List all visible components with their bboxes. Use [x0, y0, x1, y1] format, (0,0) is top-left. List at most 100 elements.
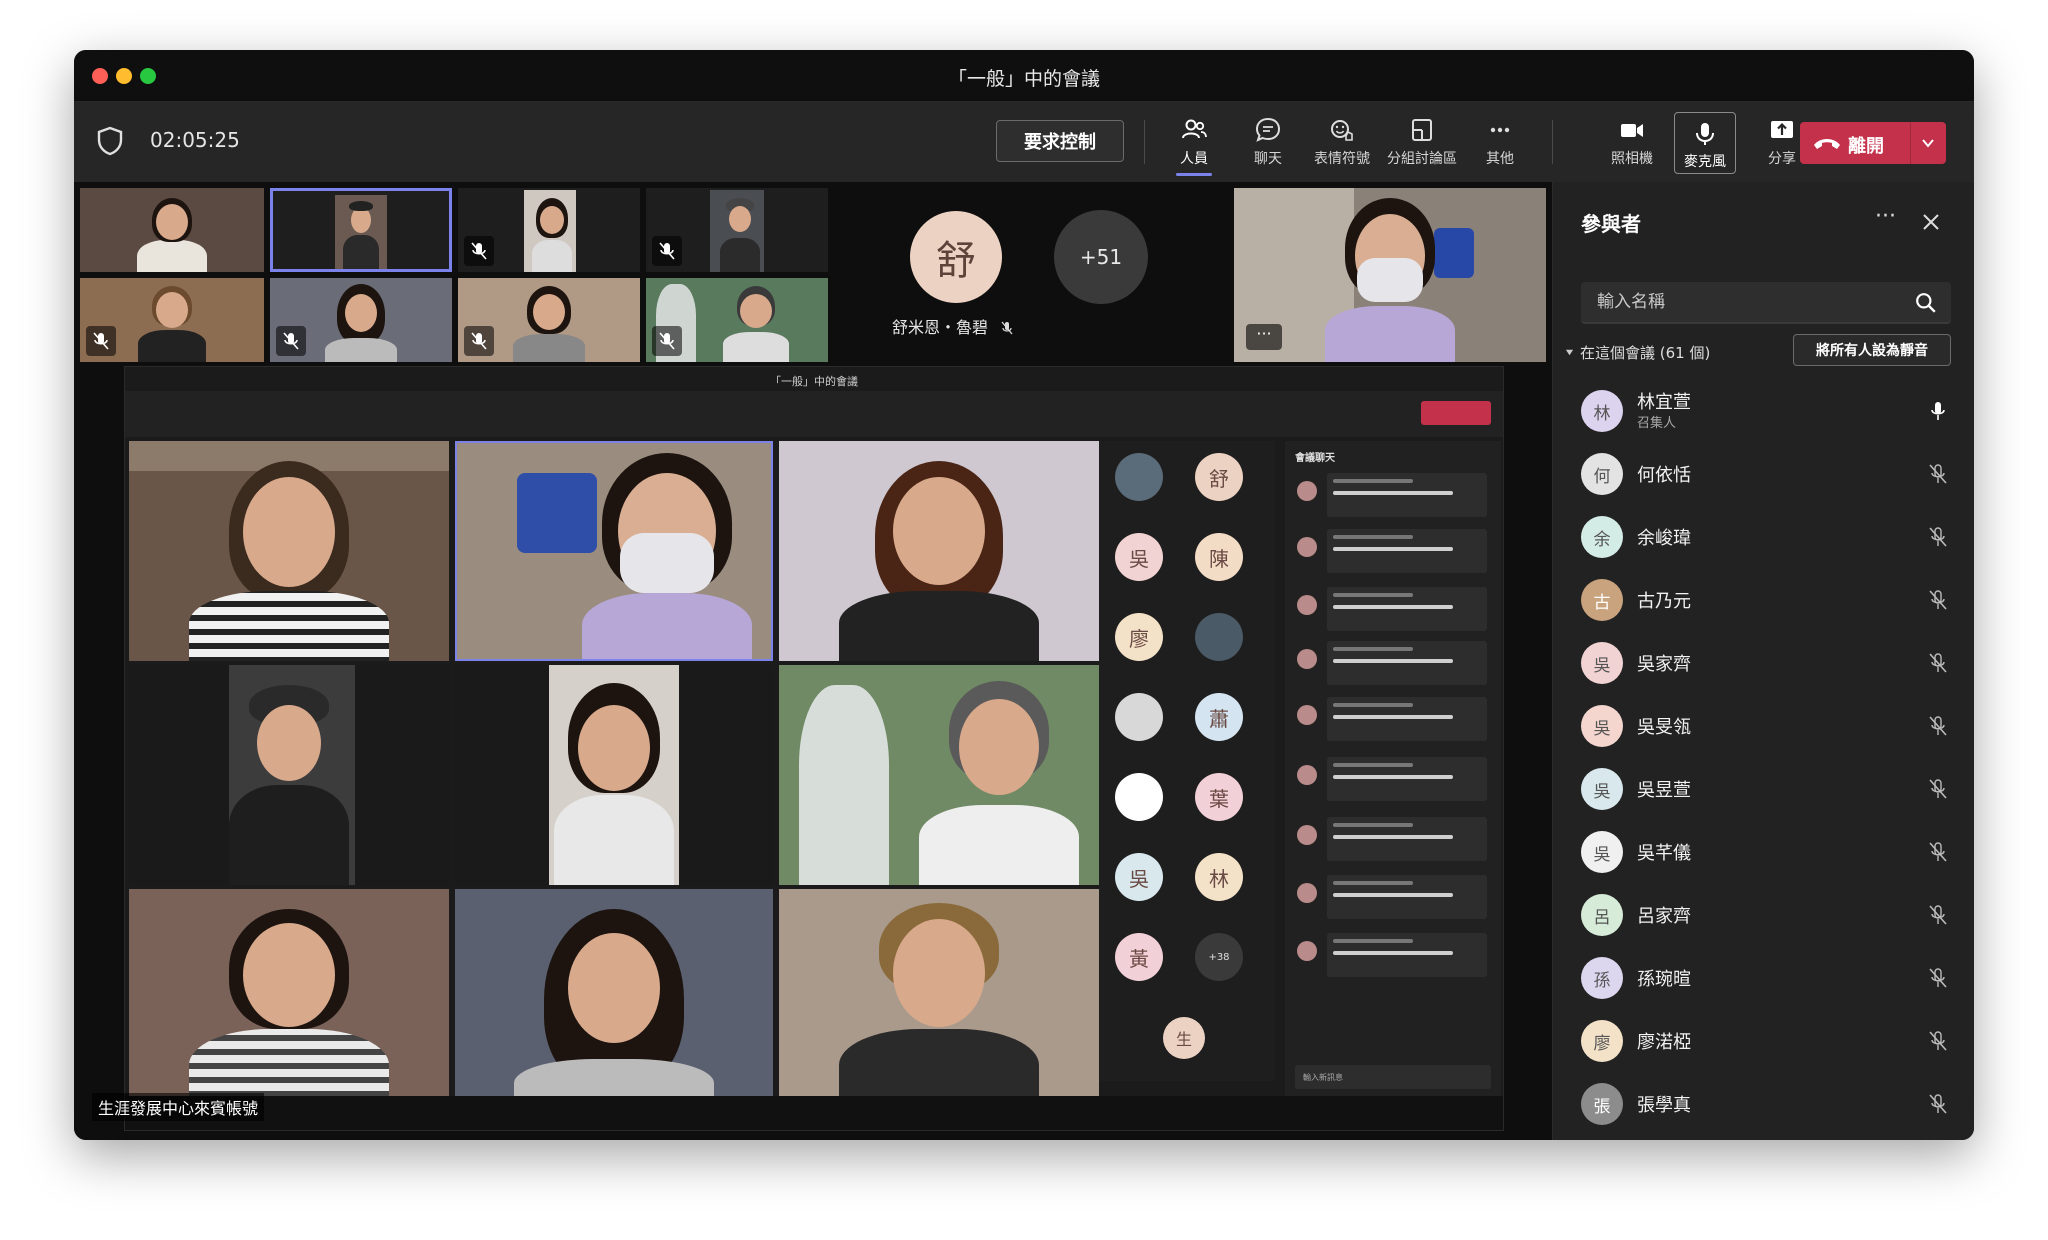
chat-message [1297, 641, 1489, 687]
mic-off-icon[interactable] [1927, 526, 1949, 548]
mute-all-button[interactable]: 將所有人設為靜音 [1793, 334, 1951, 366]
shared-chat-title: 會議聊天 [1295, 453, 1335, 464]
mic-off-icon[interactable] [1927, 589, 1949, 611]
participant-name: 林宜萱 [1637, 392, 1691, 413]
people-label: 人員 [1180, 151, 1208, 167]
participant-row[interactable]: 張張學真 [1553, 1073, 1974, 1136]
participant-avatar[interactable]: 舒 [910, 211, 1002, 303]
participant-row[interactable]: 廖廖渃椏 [1553, 1010, 1974, 1073]
video-tile[interactable] [80, 188, 264, 272]
chat-message [1297, 529, 1489, 575]
breakout-rooms-button[interactable]: 分組討論區 [1380, 114, 1464, 174]
shared-video-tile [455, 441, 773, 661]
people-button[interactable]: 人員 [1158, 114, 1230, 176]
avatar: 吳 [1581, 705, 1623, 747]
participant-name: 吳昱萱 [1637, 780, 1691, 801]
search-icon[interactable] [1915, 292, 1937, 314]
camera-button[interactable]: 照相機 [1596, 114, 1668, 174]
participant-name: 吳旻瓴 [1637, 717, 1691, 738]
more-button[interactable]: 其他 [1464, 114, 1536, 174]
chat-message [1297, 473, 1489, 519]
video-tile[interactable] [270, 278, 452, 362]
avatar: 呂 [1581, 894, 1623, 936]
leave-button[interactable]: 離開 [1800, 122, 1946, 164]
presenter-label: 生涯發展中心來賓帳號 [92, 1093, 265, 1121]
participant-role: 召集人 [1637, 416, 1677, 431]
video-tile-active-speaker[interactable] [270, 188, 452, 272]
participant-row[interactable]: 吳吳芊儀 [1553, 821, 1974, 884]
participant-row[interactable]: 余余峻瑋 [1553, 506, 1974, 569]
mic-off-icon[interactable] [1927, 904, 1949, 926]
mic-off-icon[interactable] [1927, 778, 1949, 800]
participant-name: 何依恬 [1637, 465, 1691, 486]
avatar: 廖 [1581, 1020, 1623, 1062]
close-icon[interactable] [1921, 212, 1941, 232]
mic-off-icon [1001, 321, 1013, 335]
chat-message [1297, 933, 1489, 979]
mic-off-icon[interactable] [1927, 1030, 1949, 1052]
shared-roster-avatar: 舒 [1195, 453, 1243, 501]
participant-row[interactable]: 吳吳旻瓴 [1553, 695, 1974, 758]
chat-message [1297, 697, 1489, 743]
overflow-participants-button[interactable]: +51 [1054, 210, 1148, 304]
participant-search[interactable] [1581, 282, 1951, 324]
reactions-icon [1331, 120, 1353, 141]
people-icon [1182, 119, 1207, 139]
more-options-icon[interactable]: ··· [1875, 204, 1896, 229]
shared-roster-avatar: 葉 [1195, 773, 1243, 821]
in-meeting-section[interactable]: 在這個會議 (61 個) [1565, 342, 1710, 363]
participant-row[interactable]: 古古乃元 [1553, 569, 1974, 632]
chat-message [1297, 817, 1489, 863]
more-options-icon[interactable]: ··· [1246, 324, 1282, 350]
shield-icon[interactable] [96, 126, 124, 156]
video-tile[interactable] [646, 188, 828, 272]
reactions-label: 表情符號 [1314, 151, 1370, 167]
avatar: 林 [1581, 390, 1623, 432]
mic-off-icon [93, 332, 109, 350]
participant-row[interactable]: 吳吳昱萱 [1553, 758, 1974, 821]
microphone-icon[interactable] [1927, 400, 1949, 422]
shared-video-tile [779, 665, 1099, 885]
mic-off-icon [471, 242, 487, 260]
chat-button[interactable]: 聊天 [1232, 114, 1304, 174]
mic-off-icon[interactable] [1927, 841, 1949, 863]
chevron-down-icon[interactable] [1920, 135, 1936, 151]
participant-row[interactable]: 吳吳家齊 [1553, 632, 1974, 695]
shared-video-tile [129, 441, 449, 661]
video-tile[interactable] [458, 278, 640, 362]
shared-roster-avatar [1115, 693, 1163, 741]
mic-button[interactable]: 麥克風 [1674, 112, 1736, 174]
shared-roster-avatar: 吳 [1115, 853, 1163, 901]
mic-off-icon[interactable] [1927, 652, 1949, 674]
breakout-rooms-label: 分組討論區 [1387, 151, 1457, 167]
chat-message [1297, 757, 1489, 803]
video-tile[interactable] [458, 188, 640, 272]
request-control-button[interactable]: 要求控制 [996, 120, 1124, 162]
self-video-tile[interactable]: ··· [1234, 188, 1546, 362]
shared-roster-avatar: 廖 [1115, 613, 1163, 661]
participant-search-input[interactable] [1597, 290, 1897, 314]
avatar: 孫 [1581, 957, 1623, 999]
participant-row[interactable]: 林林宜萱召集人 [1553, 380, 1974, 443]
video-tile[interactable] [80, 278, 264, 362]
shared-toolbar [125, 391, 1503, 437]
shared-chat-panel: 會議聊天 輸入新訊息 [1285, 441, 1501, 1111]
reactions-button[interactable]: 表情符號 [1306, 114, 1378, 174]
mic-off-icon[interactable] [1927, 967, 1949, 989]
muted-indicator [652, 236, 682, 266]
participant-row[interactable]: 孫孫琬暄 [1553, 947, 1974, 1010]
participant-name: 呂家齊 [1637, 906, 1691, 927]
shared-roster-avatar [1195, 613, 1243, 661]
video-tile[interactable] [646, 278, 828, 362]
participant-row[interactable]: 何何依恬 [1553, 443, 1974, 506]
mic-off-icon[interactable] [1927, 1093, 1949, 1115]
hang-up-icon [1814, 139, 1840, 149]
participant-row[interactable]: 呂呂家齊 [1553, 884, 1974, 947]
avatar: 張 [1581, 1083, 1623, 1125]
avatar: 古 [1581, 579, 1623, 621]
mic-off-icon[interactable] [1927, 463, 1949, 485]
mic-off-icon[interactable] [1927, 715, 1949, 737]
participant-name: 吳芊儀 [1637, 843, 1691, 864]
shared-video-tile [779, 441, 1099, 661]
participant-name: 古乃元 [1637, 591, 1691, 612]
